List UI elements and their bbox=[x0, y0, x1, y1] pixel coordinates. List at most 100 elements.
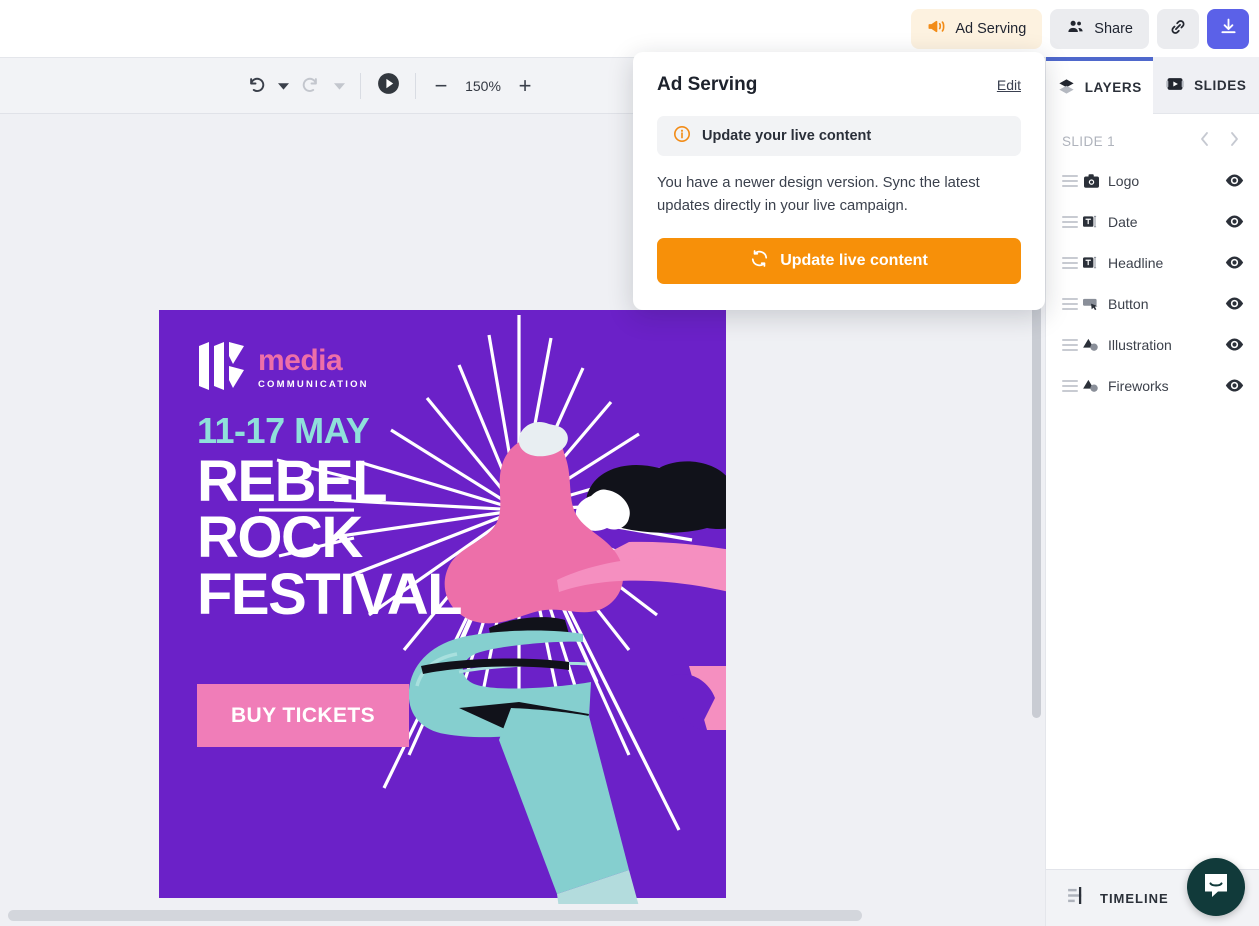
toolbar-divider-2 bbox=[415, 72, 416, 99]
people-icon bbox=[1066, 17, 1085, 40]
slide-next-button[interactable] bbox=[1223, 130, 1245, 152]
layer-visibility-toggle[interactable] bbox=[1223, 174, 1245, 187]
drag-handle-icon[interactable] bbox=[1062, 256, 1078, 269]
slide-nav bbox=[1193, 130, 1245, 152]
tab-layers[interactable]: LAYERS bbox=[1046, 57, 1153, 114]
layers-icon bbox=[1057, 77, 1076, 99]
chevron-left-icon bbox=[1199, 131, 1210, 152]
text-icon bbox=[1078, 256, 1104, 270]
info-icon bbox=[673, 125, 691, 148]
toolbar-divider bbox=[360, 72, 361, 99]
copy-link-button[interactable] bbox=[1157, 8, 1199, 49]
drag-handle-icon[interactable] bbox=[1062, 379, 1078, 392]
headline-line-2: ROCK bbox=[197, 505, 363, 571]
slide-header: SLIDE 1 bbox=[1046, 114, 1259, 160]
canvas-vertical-scrollbar[interactable] bbox=[1032, 288, 1041, 718]
ad-serving-label: Ad Serving bbox=[955, 20, 1027, 37]
popover-alert-text: Update your live content bbox=[702, 128, 872, 144]
shape-icon bbox=[1078, 379, 1104, 393]
popover-alert: Update your live content bbox=[657, 116, 1021, 156]
layer-name: Fireworks bbox=[1108, 377, 1169, 394]
banner-headline-text[interactable]: REBEL ROCK FESTIVAL bbox=[197, 449, 463, 627]
button-icon bbox=[1078, 297, 1104, 311]
layer-name: Headline bbox=[1108, 254, 1164, 271]
shape-icon bbox=[1078, 338, 1104, 352]
popover-description: You have a newer design version. Sync th… bbox=[657, 175, 980, 214]
layer-visibility-toggle[interactable] bbox=[1223, 379, 1245, 392]
layer-visibility-toggle[interactable] bbox=[1223, 297, 1245, 310]
layer-list: Logo Date Headline Button Illustration F… bbox=[1046, 160, 1259, 406]
right-panel: LAYERS SLIDES SLIDE 1 Logo Date Headline… bbox=[1045, 57, 1259, 926]
popover-edit-link[interactable]: Edit bbox=[997, 77, 1021, 93]
download-icon bbox=[1218, 16, 1239, 41]
update-live-content-label: Update live content bbox=[780, 251, 928, 269]
panel-tabs: LAYERS SLIDES bbox=[1046, 57, 1259, 114]
share-label: Share bbox=[1094, 20, 1133, 37]
timeline-label: TIMELINE bbox=[1100, 890, 1169, 906]
layer-row-illustration[interactable]: Illustration bbox=[1046, 324, 1259, 365]
slide-prev-button[interactable] bbox=[1193, 130, 1215, 152]
headline-line-3: FESTIVAL bbox=[197, 561, 463, 627]
play-icon bbox=[376, 71, 401, 101]
image-icon bbox=[1078, 173, 1104, 188]
layer-name: Date bbox=[1108, 213, 1138, 230]
layer-row-date[interactable]: Date bbox=[1046, 201, 1259, 242]
canvas-horizontal-scrollbar-thumb[interactable] bbox=[8, 910, 862, 921]
top-bar: Ad Serving Share bbox=[0, 0, 1259, 57]
layer-row-logo[interactable]: Logo bbox=[1046, 160, 1259, 201]
ad-serving-button[interactable]: Ad Serving bbox=[911, 8, 1043, 49]
banner-artboard[interactable]: media COMMUNICATION 11-17 MAY REBEL ROCK… bbox=[159, 310, 726, 898]
share-button[interactable]: Share bbox=[1050, 8, 1149, 49]
chevron-down-icon bbox=[333, 77, 345, 95]
slide-label: SLIDE 1 bbox=[1062, 133, 1116, 149]
slides-play-icon bbox=[1165, 74, 1185, 97]
preview-play-button[interactable] bbox=[371, 69, 405, 103]
app-root: Ad Serving Share − 150% + media COMMUNIC… bbox=[0, 0, 1259, 926]
undo-button[interactable] bbox=[238, 69, 272, 103]
layer-visibility-toggle[interactable] bbox=[1223, 338, 1245, 351]
tab-slides-label: SLIDES bbox=[1194, 77, 1247, 93]
chevron-right-icon bbox=[1229, 131, 1240, 152]
intercom-chat-icon bbox=[1201, 870, 1231, 905]
layer-row-headline[interactable]: Headline bbox=[1046, 242, 1259, 283]
layer-row-button[interactable]: Button bbox=[1046, 283, 1259, 324]
headline-line-1: REBEL bbox=[197, 449, 388, 514]
layer-name: Illustration bbox=[1108, 336, 1172, 353]
drag-handle-icon[interactable] bbox=[1062, 297, 1078, 310]
timeline-icon bbox=[1068, 887, 1089, 909]
ad-serving-popover: Ad Serving Edit Update your live content… bbox=[633, 52, 1045, 310]
drag-handle-icon[interactable] bbox=[1062, 338, 1078, 351]
megaphone-icon bbox=[927, 17, 946, 40]
minus-icon: − bbox=[434, 72, 448, 98]
redo-button[interactable] bbox=[294, 69, 328, 103]
popover-title: Ad Serving bbox=[657, 74, 758, 95]
zoom-out-button[interactable]: − bbox=[426, 71, 456, 101]
redo-icon bbox=[301, 73, 322, 99]
chevron-down-icon bbox=[277, 77, 289, 95]
tab-slides[interactable]: SLIDES bbox=[1152, 57, 1259, 114]
redo-history-dropdown[interactable] bbox=[328, 69, 350, 103]
drag-handle-icon[interactable] bbox=[1062, 215, 1078, 228]
layer-name: Button bbox=[1108, 295, 1149, 312]
layer-name: Logo bbox=[1108, 172, 1140, 189]
tab-layers-label: LAYERS bbox=[1084, 80, 1142, 95]
refresh-icon bbox=[750, 249, 769, 273]
undo-history-dropdown[interactable] bbox=[272, 69, 294, 103]
layer-visibility-toggle[interactable] bbox=[1223, 256, 1245, 269]
layer-visibility-toggle[interactable] bbox=[1223, 215, 1245, 228]
zoom-in-button[interactable]: + bbox=[510, 71, 540, 101]
banner-cta-button[interactable]: BUY TICKETS bbox=[197, 684, 409, 747]
plus-icon: + bbox=[518, 72, 532, 98]
layer-row-fireworks[interactable]: Fireworks bbox=[1046, 365, 1259, 406]
zoom-level-value[interactable]: 150% bbox=[456, 78, 510, 94]
download-button[interactable] bbox=[1207, 8, 1249, 49]
banner-date-text[interactable]: 11-17 MAY bbox=[197, 410, 370, 452]
canvas-horizontal-scrollbar-track[interactable] bbox=[0, 904, 1045, 926]
intercom-chat-button[interactable] bbox=[1187, 858, 1245, 916]
banner-clip: media COMMUNICATION 11-17 MAY REBEL ROCK… bbox=[159, 310, 726, 898]
popover-header: Ad Serving Edit bbox=[657, 74, 1021, 96]
undo-icon bbox=[245, 73, 266, 99]
drag-handle-icon[interactable] bbox=[1062, 174, 1078, 187]
text-icon bbox=[1078, 215, 1104, 229]
update-live-content-button[interactable]: Update live content bbox=[657, 237, 1021, 284]
